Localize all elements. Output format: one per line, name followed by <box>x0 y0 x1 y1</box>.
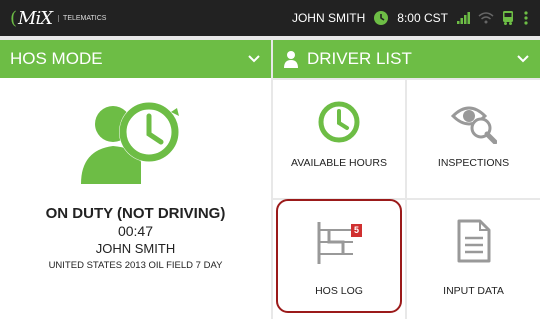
chevron-down-icon[interactable] <box>516 54 530 64</box>
hos-mode-header[interactable]: HOS MODE <box>0 40 271 78</box>
status-area: JOHN SMITH 8:00 CST <box>292 0 530 36</box>
chevron-down-icon[interactable] <box>247 54 261 64</box>
available-hours-tile[interactable]: AVAILABLE HOURS <box>273 80 405 198</box>
top-status-bar: (MiX TELEMATICS JOHN SMITH 8:00 CST <box>0 0 540 36</box>
logo-subtext: TELEMATICS <box>58 15 106 22</box>
driver-name: JOHN SMITH <box>95 241 176 256</box>
inspections-label: INSPECTIONS <box>437 157 510 169</box>
document-icon <box>457 219 491 263</box>
inspect-icon <box>450 106 497 144</box>
ruleset: UNITED STATES 2013 OIL FIELD 7 DAY <box>48 260 223 271</box>
clock-icon <box>318 101 360 143</box>
input-data-label: INPUT DATA <box>443 285 504 297</box>
input-data-tile[interactable]: INPUT DATA <box>407 200 540 319</box>
time-display: 8:00 CST <box>397 11 448 25</box>
logo: (MiX TELEMATICS <box>10 8 106 29</box>
duty-timer: 00:47 <box>117 223 154 239</box>
driver-list-title: DRIVER LIST <box>307 49 412 68</box>
bus-icon <box>503 11 513 25</box>
available-hours-label: AVAILABLE HOURS <box>291 157 387 169</box>
person-icon <box>284 51 298 68</box>
user-name: JOHN SMITH <box>291 11 366 25</box>
overflow-menu-icon[interactable] <box>522 10 530 26</box>
on-duty-icon <box>81 102 179 184</box>
inspections-tile[interactable]: INSPECTIONS <box>407 80 540 198</box>
signal-icon <box>457 12 470 24</box>
hos-log-highlight <box>276 199 402 313</box>
duty-status: ON DUTY (NOT DRIVING) <box>45 205 226 222</box>
clock-status-icon <box>374 11 389 25</box>
hos-mode-title: HOS MODE <box>10 49 103 68</box>
logo-text: MiX <box>18 8 53 29</box>
wifi-icon <box>478 12 494 24</box>
mix-logo-mark: (MiX <box>10 8 53 29</box>
driver-list-header[interactable]: DRIVER LIST <box>273 40 540 78</box>
hos-mode-panel: HOS MODE ON DUTY (NOT DRIVING) 00:47 JOH… <box>0 40 271 319</box>
